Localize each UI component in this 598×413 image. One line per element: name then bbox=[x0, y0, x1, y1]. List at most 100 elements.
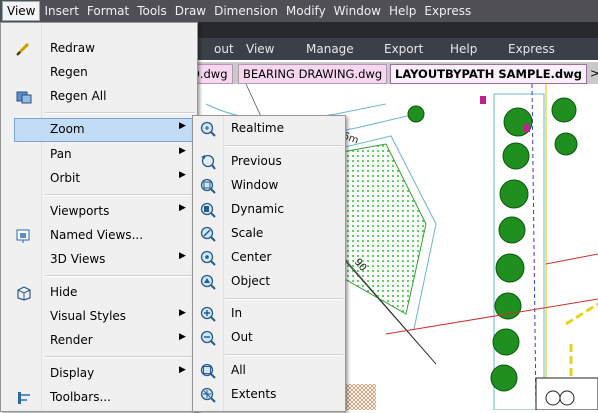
hide-icon bbox=[15, 285, 33, 301]
menu-item-viewports[interactable]: Viewports ▶ bbox=[1, 200, 197, 224]
menu-express[interactable]: Express bbox=[420, 1, 475, 21]
zoom-item-label: In bbox=[231, 306, 243, 320]
menu-item-label: Visual Styles bbox=[50, 309, 127, 323]
zoom-item-realtime[interactable]: Realtime bbox=[193, 117, 345, 141]
submenu-arrow-icon: ▶ bbox=[179, 146, 186, 156]
zoom-item-label: Realtime bbox=[231, 121, 284, 135]
menu-item-label: Zoom bbox=[50, 122, 85, 136]
menu-separator bbox=[45, 275, 195, 277]
submenu-separator bbox=[225, 145, 343, 147]
menu-item-orbit[interactable]: Orbit ▶ bbox=[1, 167, 197, 191]
tabs-overflow-button[interactable]: > bbox=[586, 64, 598, 82]
zoom-item-scale[interactable]: Scale bbox=[193, 222, 345, 246]
menu-view[interactable]: View bbox=[2, 1, 41, 21]
zoom-realtime-icon bbox=[199, 120, 217, 138]
menu-item-toolbars[interactable]: Toolbars... bbox=[1, 386, 197, 410]
menu-separator bbox=[45, 112, 195, 114]
menu-item-pan[interactable]: Pan ▶ bbox=[1, 143, 197, 167]
view-menu: Redraw Regen Regen All Zoom ▶ Pan ▶ Orbi… bbox=[0, 22, 198, 412]
file-tab-bearing[interactable]: BEARING DRAWING.dwg bbox=[238, 64, 388, 84]
submenu-arrow-icon: ▶ bbox=[179, 251, 186, 261]
submenu-arrow-icon: ▶ bbox=[179, 308, 186, 318]
zoom-in-icon bbox=[199, 305, 217, 323]
zoom-item-label: Previous bbox=[231, 154, 282, 168]
zoom-all-icon bbox=[199, 362, 217, 380]
ribbon-tab-export[interactable]: Export bbox=[384, 42, 423, 56]
zoom-item-label: Dynamic bbox=[231, 202, 284, 216]
redraw-icon bbox=[15, 41, 33, 57]
menu-draw[interactable]: Draw bbox=[171, 1, 210, 21]
ribbon-tab-manage[interactable]: Manage bbox=[306, 42, 354, 56]
submenu-arrow-icon: ▶ bbox=[179, 170, 186, 180]
submenu-arrow-icon: ▶ bbox=[179, 121, 186, 131]
regen-all-icon bbox=[15, 89, 33, 105]
menu-item-redraw[interactable]: Redraw bbox=[1, 37, 197, 61]
menu-item-regen-all[interactable]: Regen All bbox=[1, 85, 197, 109]
ribbon-tab-view[interactable]: View bbox=[246, 42, 274, 56]
menu-item-regen[interactable]: Regen bbox=[1, 61, 197, 85]
zoom-item-extents[interactable]: Extents bbox=[193, 383, 345, 407]
zoom-out-icon bbox=[199, 329, 217, 347]
zoom-submenu: Realtime Previous Window Dynamic Scale C… bbox=[192, 115, 346, 412]
zoom-center-icon bbox=[199, 249, 217, 267]
zoom-object-icon bbox=[199, 273, 217, 291]
zoom-extents-icon bbox=[199, 386, 217, 404]
zoom-dynamic-icon bbox=[199, 201, 217, 219]
menu-window[interactable]: Window bbox=[330, 1, 385, 21]
menu-item-label: Toolbars... bbox=[50, 390, 111, 404]
submenu-separator bbox=[225, 354, 343, 356]
ribbon-tab-help[interactable]: Help bbox=[450, 42, 477, 56]
zoom-item-previous[interactable]: Previous bbox=[193, 150, 345, 174]
zoom-item-label: Scale bbox=[231, 226, 264, 240]
zoom-item-in[interactable]: In bbox=[193, 302, 345, 326]
zoom-item-label: All bbox=[231, 363, 246, 377]
zoom-item-out[interactable]: Out bbox=[193, 326, 345, 350]
zoom-item-center[interactable]: Center bbox=[193, 246, 345, 270]
menu-item-label: Orbit bbox=[50, 171, 81, 185]
submenu-arrow-icon: ▶ bbox=[179, 332, 186, 342]
menu-modify[interactable]: Modify bbox=[282, 1, 330, 21]
menu-separator bbox=[45, 194, 195, 196]
zoom-item-object[interactable]: Object bbox=[193, 270, 345, 294]
menu-item-named-views[interactable]: Named Views... bbox=[1, 224, 197, 248]
submenu-arrow-icon: ▶ bbox=[179, 365, 186, 375]
named-views-icon bbox=[15, 228, 33, 244]
menu-item-zoom[interactable]: Zoom ▶ bbox=[14, 118, 196, 142]
zoom-item-all[interactable]: All bbox=[193, 359, 345, 383]
zoom-item-dynamic[interactable]: Dynamic bbox=[193, 198, 345, 222]
menu-item-label: Redraw bbox=[50, 41, 95, 55]
menu-item-label: 3D Views bbox=[50, 252, 106, 266]
file-tab-layoutbypath[interactable]: LAYOUTBYPATH SAMPLE.dwg bbox=[390, 64, 588, 84]
menu-bar: View Insert Format Tools Draw Dimension … bbox=[0, 0, 598, 22]
menu-item-3d-views[interactable]: 3D Views ▶ bbox=[1, 248, 197, 272]
zoom-scale-icon bbox=[199, 225, 217, 243]
menu-item-label: Named Views... bbox=[50, 228, 144, 242]
file-tabs: D.dwg BEARING DRAWING.dwg LAYOUTBYPATH S… bbox=[186, 62, 598, 84]
menu-item-label: Render bbox=[50, 333, 93, 347]
zoom-item-label: Object bbox=[231, 274, 271, 288]
menu-dimension[interactable]: Dimension bbox=[210, 1, 282, 21]
menu-format[interactable]: Format bbox=[83, 1, 133, 21]
menu-item-label: Pan bbox=[50, 147, 72, 161]
menu-insert[interactable]: Insert bbox=[40, 1, 82, 21]
zoom-item-label: Center bbox=[231, 250, 272, 264]
menu-item-label: Hide bbox=[50, 285, 78, 299]
menu-help[interactable]: Help bbox=[385, 1, 420, 21]
submenu-arrow-icon: ▶ bbox=[179, 203, 186, 213]
ribbon-tab-express[interactable]: Express bbox=[508, 42, 555, 56]
ribbon-tab-layout[interactable]: out bbox=[214, 42, 234, 56]
menu-separator bbox=[45, 356, 195, 358]
menu-item-label: Regen All bbox=[50, 89, 107, 103]
zoom-item-label: Out bbox=[231, 330, 253, 344]
submenu-separator bbox=[225, 298, 343, 300]
menu-item-render[interactable]: Render ▶ bbox=[1, 329, 197, 353]
zoom-window-icon bbox=[199, 177, 217, 195]
zoom-item-label: Window bbox=[231, 178, 279, 192]
menu-item-visual-styles[interactable]: Visual Styles ▶ bbox=[1, 305, 197, 329]
menu-tools[interactable]: Tools bbox=[133, 1, 171, 21]
menu-item-display[interactable]: Display ▶ bbox=[1, 362, 197, 386]
zoom-item-window[interactable]: Window bbox=[193, 174, 345, 198]
toolbar-strip bbox=[186, 22, 598, 38]
zoom-previous-icon bbox=[199, 153, 217, 171]
menu-item-hide[interactable]: Hide bbox=[1, 281, 197, 305]
